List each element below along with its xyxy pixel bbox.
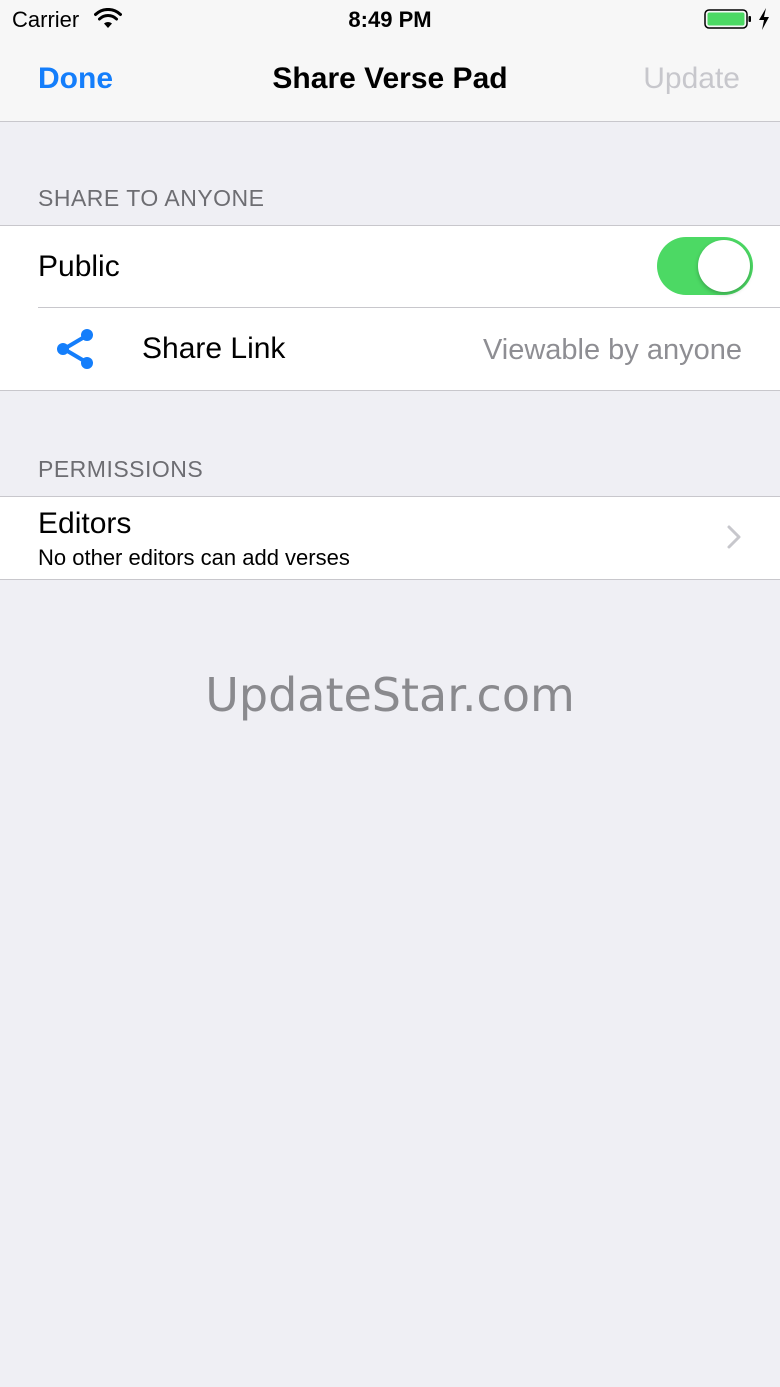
status-bar: Carrier 8:49 PM [0, 0, 780, 40]
public-toggle[interactable] [657, 237, 753, 295]
editors-title: Editors [38, 507, 132, 540]
editors-row[interactable]: Editors No other editors can add verses [0, 497, 780, 579]
section-header-permissions: PERMISSIONS [38, 456, 204, 482]
share-link-label: Share Link [142, 332, 286, 365]
chevron-right-icon [727, 525, 741, 549]
public-label: Public [38, 250, 120, 283]
watermark-text: UpdateStar.com [205, 668, 575, 722]
status-time: 8:49 PM [348, 7, 432, 32]
share-group: Public Share Link Viewable by anyone [0, 225, 780, 391]
permissions-group: Editors No other editors can add verses [0, 496, 780, 580]
editors-subtitle: No other editors can add verses [38, 545, 350, 570]
share-link-row[interactable]: Share Link Viewable by anyone [0, 308, 780, 390]
update-button[interactable]: Update [643, 62, 740, 96]
share-icon [57, 329, 93, 369]
navigation-bar: Done Share Verse Pad Update [0, 40, 780, 122]
section-header-share: SHARE TO ANYONE [38, 185, 265, 211]
toggle-knob [698, 240, 750, 292]
battery-charging-icon [704, 9, 751, 29]
public-row: Public [0, 226, 780, 308]
share-link-value: Viewable by anyone [482, 334, 742, 366]
charging-bolt-icon [759, 8, 769, 30]
